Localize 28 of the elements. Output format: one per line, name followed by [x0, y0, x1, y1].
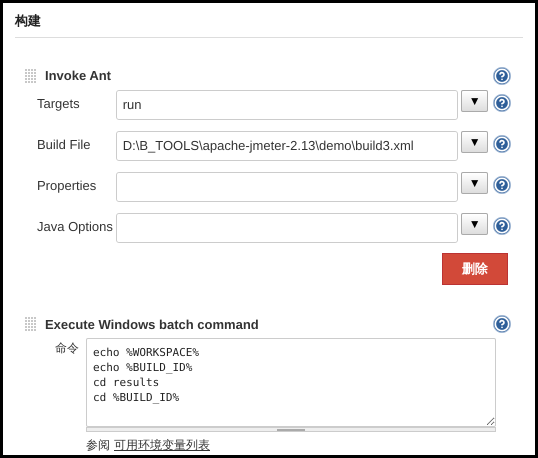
field-label: Java Options	[37, 218, 114, 236]
drag-handle-icon[interactable]	[25, 68, 37, 83]
help-icon[interactable]	[493, 66, 511, 85]
section-title: 构建	[15, 13, 41, 28]
help-icon[interactable]	[492, 176, 511, 194]
dropdown-button[interactable]: ▼	[461, 90, 488, 112]
step-title: Invoke Ant	[45, 67, 111, 85]
text-field[interactable]: run	[116, 90, 458, 120]
step-title: Execute Windows batch command	[45, 316, 259, 334]
field-label: Build File	[37, 136, 92, 154]
help-icon[interactable]	[493, 315, 511, 334]
env-vars-link[interactable]: 可用环境变量列表	[114, 436, 210, 454]
text-field[interactable]	[116, 172, 458, 202]
field-label: Targets	[37, 94, 81, 113]
field-label: 命令	[55, 340, 80, 357]
text-field[interactable]: D:\B_TOOLS\apache-jmeter-2.13\demo\build3.xml	[116, 130, 458, 160]
help-icon[interactable]	[492, 94, 511, 112]
text-field[interactable]	[116, 212, 458, 242]
dropdown-button[interactable]: ▼	[461, 172, 488, 194]
see-also-text: 参阅	[86, 437, 110, 454]
dropdown-button[interactable]: ▼	[461, 212, 488, 234]
field-label: Properties	[37, 176, 98, 195]
help-icon[interactable]	[492, 134, 511, 152]
drag-handle-icon[interactable]	[25, 317, 37, 332]
help-icon[interactable]	[492, 216, 511, 234]
dropdown-button[interactable]: ▼	[461, 130, 488, 152]
command-textarea[interactable]: echo %WORKSPACE% echo %BUILD_ID% cd results cd %BUILD_ID%	[86, 338, 496, 427]
delete-button[interactable]: 删除	[442, 252, 508, 284]
